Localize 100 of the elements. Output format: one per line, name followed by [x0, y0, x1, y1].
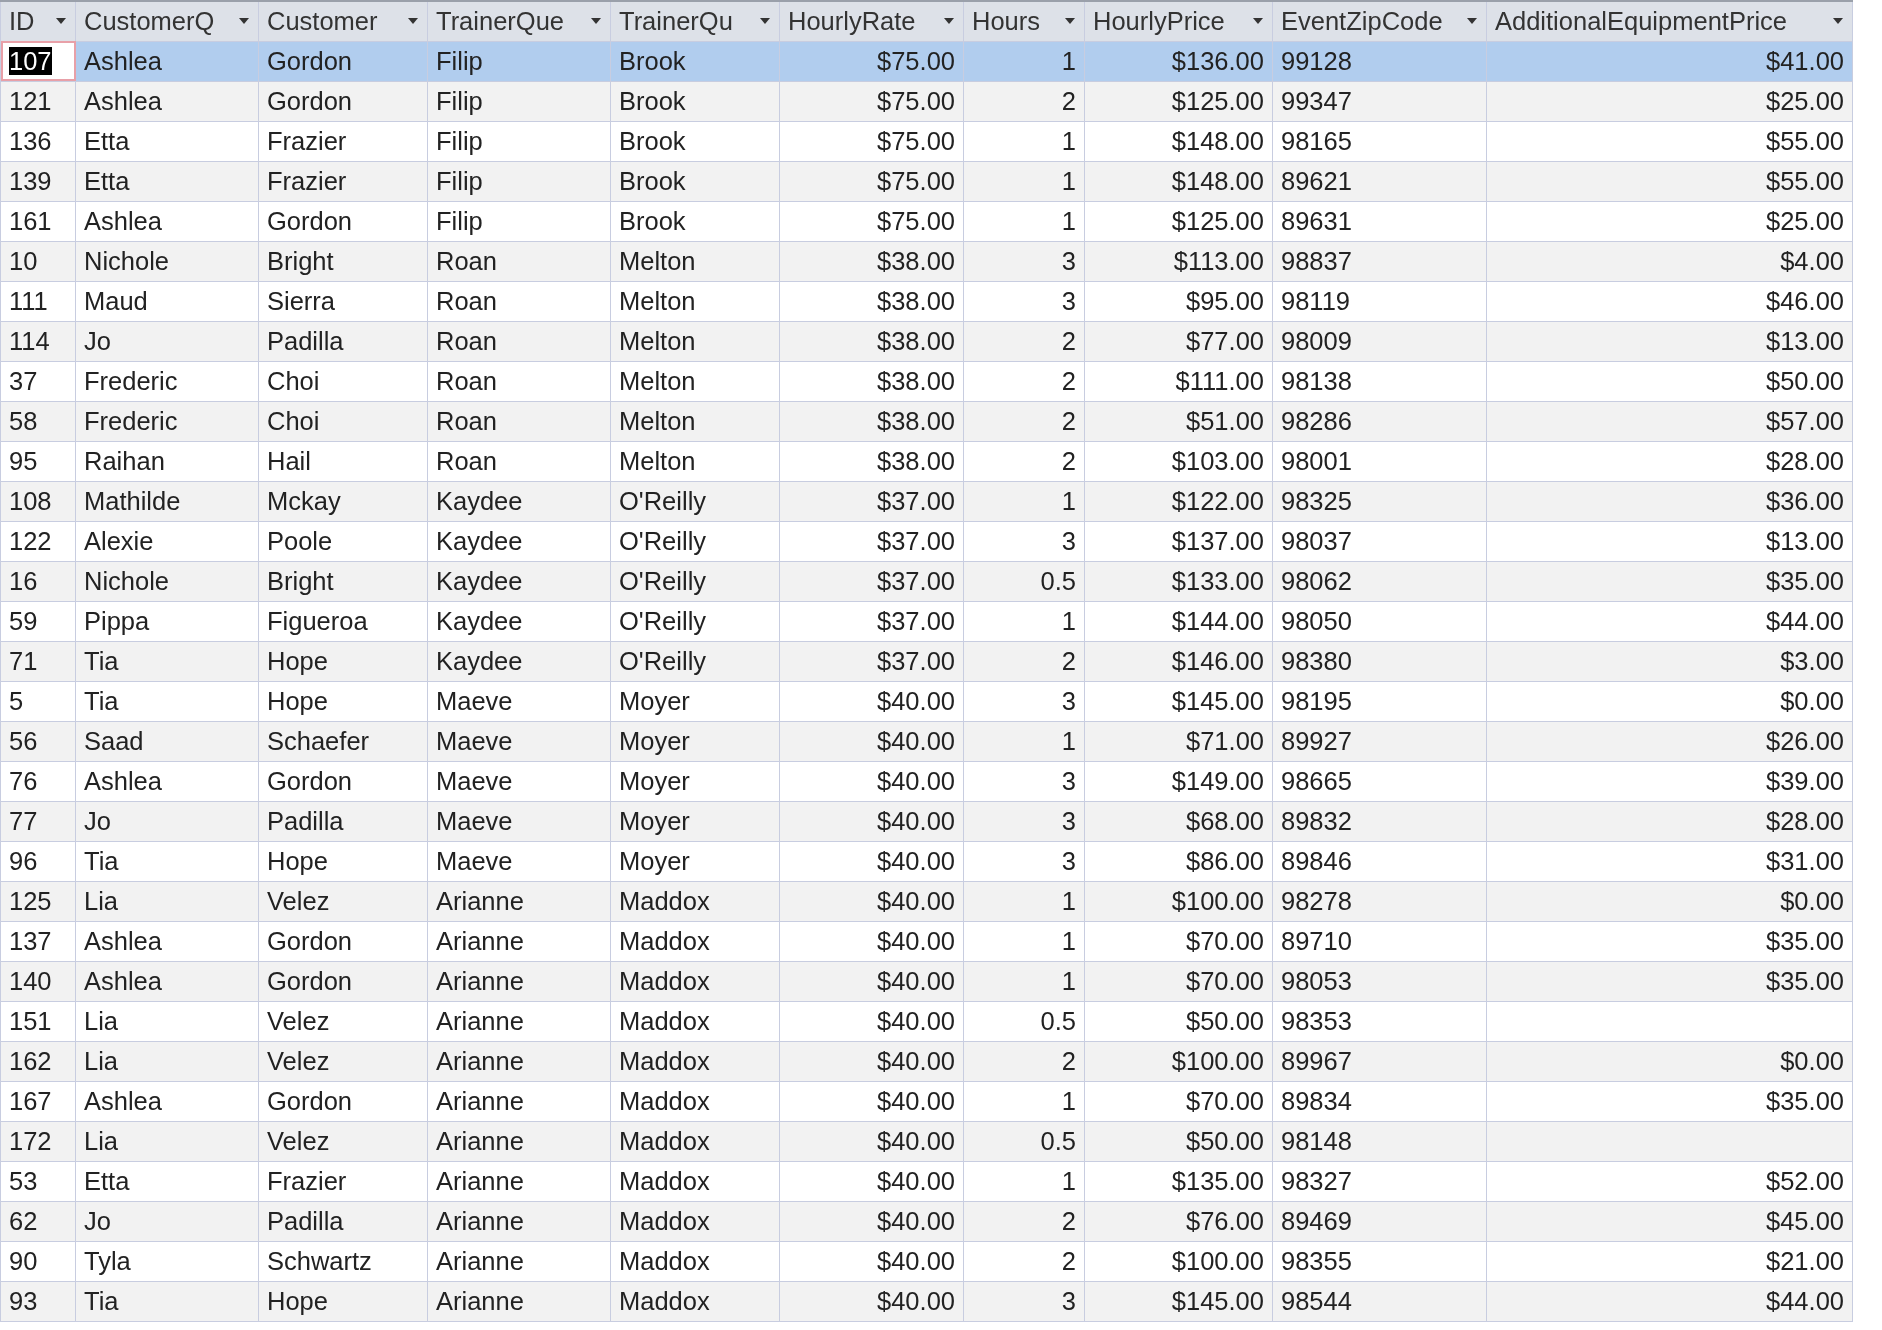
table-cell: $75.00 — [779, 121, 964, 161]
table-cell: 0.5 — [963, 1001, 1085, 1041]
table-cell: Maddox — [610, 1161, 780, 1201]
table-cell: $40.00 — [779, 1241, 964, 1281]
table-cell: 1 — [963, 921, 1085, 961]
table-cell: 98050 — [1272, 601, 1487, 641]
table-cell: Filip — [427, 81, 611, 121]
table-cell: $40.00 — [779, 1001, 964, 1041]
table-cell: $38.00 — [779, 361, 964, 401]
column-header[interactable]: HourlyRate — [779, 1, 964, 41]
dropdown-caret-icon[interactable] — [943, 17, 955, 26]
table-cell: Arianne — [427, 1121, 611, 1161]
table-cell: $70.00 — [1084, 1081, 1273, 1121]
table-cell: Gordon — [258, 921, 428, 961]
table-cell: Velez — [258, 1041, 428, 1081]
table-cell: Maud — [75, 281, 259, 321]
table-cell: $40.00 — [779, 801, 964, 841]
column-header[interactable]: TrainerQu — [610, 1, 780, 41]
table-cell: 162 — [0, 1041, 76, 1081]
table-cell: Maeve — [427, 801, 611, 841]
table-cell: 2 — [963, 401, 1085, 441]
table-cell: 125 — [0, 881, 76, 921]
table-cell: Gordon — [258, 761, 428, 801]
table-cell: Lia — [75, 881, 259, 921]
table-cell: 107 — [0, 41, 76, 81]
dropdown-caret-icon[interactable] — [1466, 17, 1478, 26]
table-cell: $44.00 — [1486, 601, 1853, 641]
table-cell: $13.00 — [1486, 521, 1853, 561]
table-cell: Gordon — [258, 1081, 428, 1121]
table-cell: 136 — [0, 121, 76, 161]
dropdown-caret-icon[interactable] — [55, 17, 67, 26]
table-cell: $75.00 — [779, 81, 964, 121]
table-cell: Lia — [75, 1121, 259, 1161]
table-cell: $35.00 — [1486, 1081, 1853, 1121]
table-cell: 1 — [963, 41, 1085, 81]
table-cell: Moyer — [610, 841, 780, 881]
table-cell: Etta — [75, 161, 259, 201]
table-cell: $103.00 — [1084, 441, 1273, 481]
table-cell: Maddox — [610, 1081, 780, 1121]
table-cell: Kaydee — [427, 521, 611, 561]
table-cell: $137.00 — [1084, 521, 1273, 561]
column-header[interactable]: HourlyPrice — [1084, 1, 1273, 41]
table-cell: 98009 — [1272, 321, 1487, 361]
table-cell: Hope — [258, 841, 428, 881]
table-cell: 167 — [0, 1081, 76, 1121]
table-cell: Lia — [75, 1001, 259, 1041]
table-cell: 98327 — [1272, 1161, 1487, 1201]
table-cell: Kaydee — [427, 601, 611, 641]
table-cell: $40.00 — [779, 761, 964, 801]
dropdown-caret-icon[interactable] — [590, 17, 602, 26]
column-header[interactable]: CustomerQ — [75, 1, 259, 41]
table-cell: $40.00 — [779, 1081, 964, 1121]
table-cell: 3 — [963, 241, 1085, 281]
dropdown-caret-icon[interactable] — [1064, 17, 1076, 26]
table-cell: $40.00 — [779, 1161, 964, 1201]
table-cell: $100.00 — [1084, 1241, 1273, 1281]
table-cell: Poole — [258, 521, 428, 561]
table-cell: $122.00 — [1084, 481, 1273, 521]
table-cell: Melton — [610, 281, 780, 321]
table-cell: 2 — [963, 641, 1085, 681]
dropdown-caret-icon[interactable] — [1252, 17, 1264, 26]
table-cell: 10 — [0, 241, 76, 281]
table-cell: Tyla — [75, 1241, 259, 1281]
table-cell: 96 — [0, 841, 76, 881]
table-cell: $100.00 — [1084, 881, 1273, 921]
table-cell: $35.00 — [1486, 961, 1853, 1001]
table-cell: $50.00 — [1084, 1121, 1273, 1161]
dropdown-caret-icon[interactable] — [238, 17, 250, 26]
table-cell: $37.00 — [779, 601, 964, 641]
table-cell: 122 — [0, 521, 76, 561]
table-cell: Roan — [427, 321, 611, 361]
column-header[interactable]: Hours — [963, 1, 1085, 41]
table-cell: $26.00 — [1486, 721, 1853, 761]
table-cell: $25.00 — [1486, 201, 1853, 241]
table-cell: $40.00 — [779, 881, 964, 921]
dropdown-caret-icon[interactable] — [407, 17, 419, 26]
table-cell: $35.00 — [1486, 921, 1853, 961]
table-cell: Schaefer — [258, 721, 428, 761]
table-cell: 172 — [0, 1121, 76, 1161]
column-header[interactable]: Customer — [258, 1, 428, 41]
table-cell: Padilla — [258, 1201, 428, 1241]
column-header[interactable]: TrainerQue — [427, 1, 611, 41]
column-header[interactable]: AdditionalEquipmentPrice — [1486, 1, 1853, 41]
table-cell: 114 — [0, 321, 76, 361]
table-cell: $68.00 — [1084, 801, 1273, 841]
table-cell: Gordon — [258, 41, 428, 81]
dropdown-caret-icon[interactable] — [1832, 17, 1844, 26]
table-cell: 99347 — [1272, 81, 1487, 121]
table-cell: 59 — [0, 601, 76, 641]
table-cell: Maddox — [610, 881, 780, 921]
column-header[interactable]: ID — [0, 1, 76, 41]
table-cell: $40.00 — [779, 1281, 964, 1321]
table-cell: O'Reilly — [610, 641, 780, 681]
table-cell: Mckay — [258, 481, 428, 521]
table-cell: Arianne — [427, 1281, 611, 1321]
table-cell: 90 — [0, 1241, 76, 1281]
table-cell: $38.00 — [779, 281, 964, 321]
table-cell: 3 — [963, 761, 1085, 801]
column-header[interactable]: EventZipCode — [1272, 1, 1487, 41]
dropdown-caret-icon[interactable] — [759, 17, 771, 26]
